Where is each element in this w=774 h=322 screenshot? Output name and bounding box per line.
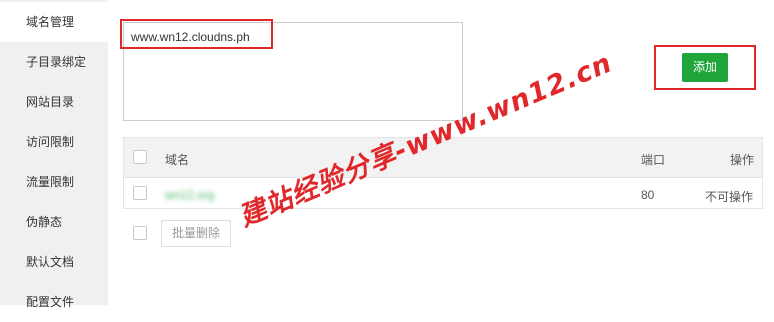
sidebar-item-pseudo-static[interactable]: 伪静态 bbox=[0, 202, 108, 242]
sidebar-item-access-restriction[interactable]: 访问限制 bbox=[0, 122, 108, 162]
header-action: 操作 bbox=[730, 153, 755, 167]
add-domain-button[interactable]: 添加 bbox=[682, 53, 728, 82]
settings-sidebar: 域名管理 子目录绑定 网站目录 访问限制 流量限制 伪静态 默认文档 配置文件 bbox=[0, 0, 108, 309]
sidebar-item-site-directory[interactable]: 网站目录 bbox=[0, 82, 108, 122]
sidebar-item-traffic-limit[interactable]: 流量限制 bbox=[0, 162, 108, 202]
sidebar-item-default-document[interactable]: 默认文档 bbox=[0, 242, 108, 282]
row-domain-link[interactable]: wn12.org bbox=[165, 188, 214, 202]
header-port: 端口 bbox=[641, 153, 666, 167]
domain-highlight-box bbox=[120, 19, 273, 49]
batch-delete-button[interactable]: 批量删除 bbox=[161, 220, 231, 247]
header-domain: 域名 bbox=[165, 153, 190, 167]
batch-select-checkbox[interactable] bbox=[133, 226, 147, 240]
select-all-checkbox[interactable] bbox=[133, 150, 147, 164]
sidebar-item-config-file[interactable]: 配置文件 bbox=[0, 282, 108, 322]
row-action: 不可操作 bbox=[705, 190, 754, 204]
row-port: 80 bbox=[641, 188, 655, 202]
sidebar-item-domain-management[interactable]: 域名管理 bbox=[0, 2, 108, 42]
sidebar-item-subdirectory-binding[interactable]: 子目录绑定 bbox=[0, 42, 108, 82]
row-checkbox[interactable] bbox=[133, 186, 147, 200]
